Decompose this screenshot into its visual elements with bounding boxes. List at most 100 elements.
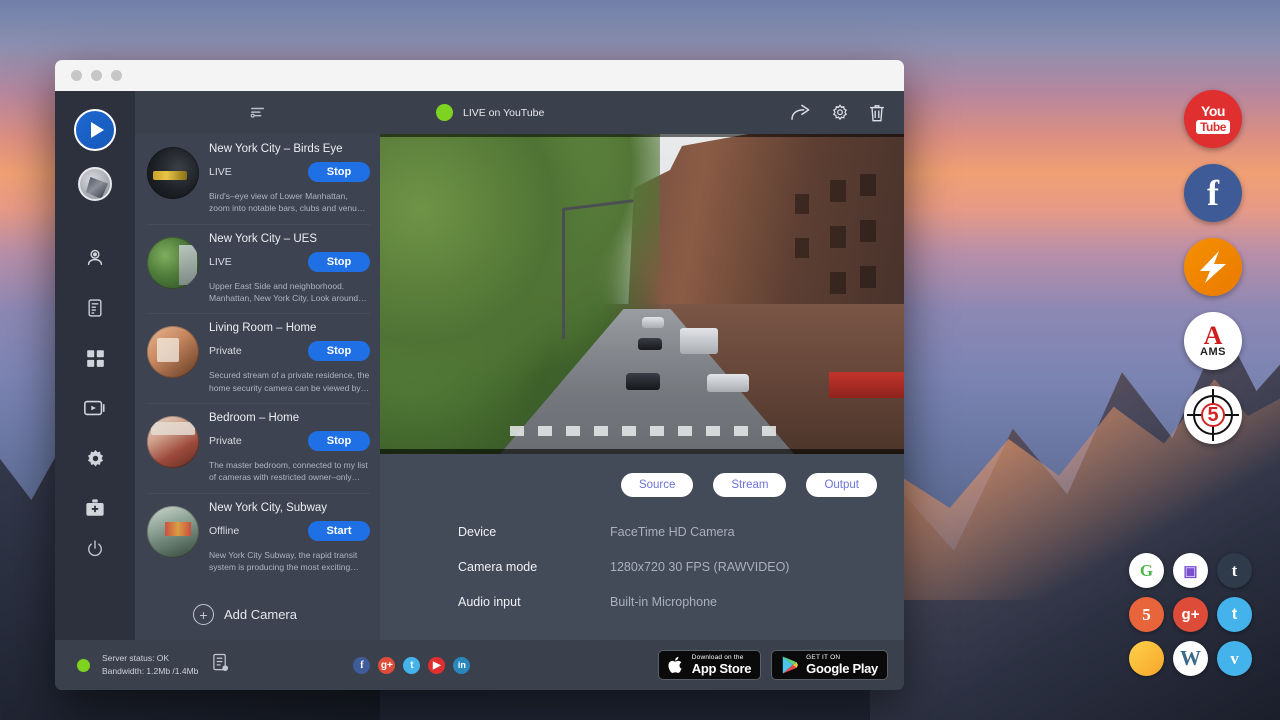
- youtube-dock-icon[interactable]: You Tube: [1184, 90, 1242, 148]
- wowza-dock-icon[interactable]: [1184, 238, 1242, 296]
- app-logo[interactable]: [74, 109, 116, 151]
- five-target-dock-icon[interactable]: 5: [1184, 386, 1242, 444]
- video-car: [626, 373, 660, 390]
- camera-list-item[interactable]: New York City – Birds Eye LIVE Stop Bird…: [135, 134, 380, 224]
- video-lamppost: [562, 209, 565, 339]
- linkedin-glyph: in: [458, 660, 466, 670]
- video-car: [642, 317, 664, 328]
- twitter-icon[interactable]: t: [403, 657, 420, 674]
- camera-list-item[interactable]: Bedroom – Home Private Stop The master b…: [135, 403, 380, 493]
- property-key: Camera mode: [458, 560, 610, 574]
- five-glyph: 5: [1201, 403, 1225, 427]
- adobe-ams-dock-icon[interactable]: A AMS: [1184, 312, 1242, 370]
- camera-action-button[interactable]: Stop: [308, 431, 370, 451]
- linkedin-icon[interactable]: in: [453, 657, 470, 674]
- youtube-glyph: ▶: [433, 660, 441, 671]
- camera-action-button[interactable]: Stop: [308, 252, 370, 272]
- facebook-dock-icon[interactable]: f: [1184, 164, 1242, 222]
- grasshopper-glyph: G: [1140, 561, 1153, 581]
- log-document-icon[interactable]: [212, 653, 229, 677]
- avatar[interactable]: [78, 167, 112, 201]
- sidebar-item-device-list[interactable]: [72, 285, 118, 331]
- app-store-badge[interactable]: Download on the App Store: [658, 650, 761, 680]
- twitter-icon[interactable]: t: [1217, 597, 1252, 632]
- tab-source[interactable]: Source: [621, 473, 693, 497]
- tab-output[interactable]: Output: [806, 473, 877, 497]
- server-status-text: Server status: OK Bandwidth: 1.2Mb /1.4M…: [102, 652, 198, 678]
- trash-glyph: [868, 103, 886, 123]
- tab-stream[interactable]: Stream: [713, 473, 786, 497]
- camera-description: New York City Subway, the rapid transit …: [209, 549, 370, 574]
- live-status-label: LIVE on YouTube: [463, 107, 544, 119]
- camera-status: Private: [209, 345, 242, 357]
- camera-list-item[interactable]: Living Room – Home Private Stop Secured …: [135, 313, 380, 403]
- apple-icon: [668, 655, 685, 675]
- camera-action-button[interactable]: Stop: [308, 341, 370, 361]
- camera-thumbnail: [147, 506, 199, 558]
- vimeo-icon[interactable]: v: [1217, 641, 1252, 676]
- twitch-glyph: ▣: [1183, 562, 1197, 580]
- gear-icon[interactable]: [830, 103, 850, 123]
- camera-action-button[interactable]: Start: [308, 521, 370, 541]
- property-key: Audio input: [458, 595, 610, 609]
- status-bar: Server status: OK Bandwidth: 1.2Mb /1.4M…: [55, 640, 904, 690]
- property-value[interactable]: 1280x720 30 FPS (RAWVIDEO): [610, 560, 789, 574]
- property-value[interactable]: Built-in Microphone: [610, 595, 717, 609]
- google-plus-icon[interactable]: g+: [378, 657, 395, 674]
- camera-title: New York City – Birds Eye: [209, 143, 370, 155]
- video-red-awning: [829, 372, 904, 398]
- video-preview[interactable]: [380, 134, 904, 454]
- facebook-icon[interactable]: f: [353, 657, 370, 674]
- sidebar-item-apps-grid[interactable]: [72, 335, 118, 381]
- camera-list-scroll[interactable]: New York City – Birds Eye LIVE Stop Bird…: [135, 134, 380, 640]
- property-row: Camera mode 1280x720 30 FPS (RAWVIDEO): [458, 560, 904, 574]
- property-value[interactable]: FaceTime HD Camera: [610, 525, 735, 539]
- window-zoom-button[interactable]: [111, 70, 122, 81]
- video-crosswalk: [510, 426, 784, 436]
- log-glyph: [212, 653, 229, 672]
- video-car: [707, 374, 749, 392]
- sidebar-item-support[interactable]: [72, 485, 118, 531]
- sidebar-item-broadcast[interactable]: [72, 385, 118, 431]
- share-icon[interactable]: [790, 104, 812, 122]
- add-camera-button[interactable]: + Add Camera: [135, 582, 380, 625]
- property-key: Device: [458, 525, 610, 539]
- camera-status: LIVE: [209, 166, 232, 178]
- camera-action-button[interactable]: Stop: [308, 162, 370, 182]
- sidebar-nav-rail: [55, 91, 135, 640]
- video-bottom-edge: [380, 449, 904, 454]
- video-window: [830, 180, 846, 202]
- store-badges: Download on the App Store GET IT ON Goog…: [658, 650, 888, 680]
- sidebar-item-power[interactable]: [72, 526, 118, 572]
- sidebar-item-settings[interactable]: [72, 435, 118, 481]
- camera-list-item[interactable]: New York City – UES LIVE Stop Upper East…: [135, 224, 380, 314]
- wordpress-icon[interactable]: W: [1173, 641, 1208, 676]
- google-play-badge[interactable]: GET IT ON Google Play: [771, 650, 888, 680]
- camera-list-item[interactable]: New York City, Subway Offline Start New …: [135, 493, 380, 583]
- grasshopper-icon[interactable]: G: [1129, 553, 1164, 588]
- tumblr-icon[interactable]: t: [1217, 553, 1252, 588]
- camera-description: The master bedroom, connected to my list…: [209, 459, 370, 484]
- twitter-glyph: t: [1232, 606, 1237, 624]
- camera-monitor-icon: [84, 247, 106, 269]
- tab-bar: Source Stream Output: [380, 454, 904, 497]
- window-close-button[interactable]: [71, 70, 82, 81]
- desktop-mini-icon-grid: G ▣ t 5 g+ t W v: [1129, 553, 1252, 676]
- google-play-large-label: Google Play: [806, 662, 878, 676]
- youtube-icon[interactable]: ▶: [428, 657, 445, 674]
- camera-description: Bird's–eye view of Lower Manhattan, zoom…: [209, 190, 370, 215]
- sidebar-item-camera-monitor[interactable]: [72, 235, 118, 281]
- google-plus-icon[interactable]: g+: [1173, 597, 1208, 632]
- live-indicator-dot: [436, 104, 453, 121]
- flickr-icon[interactable]: [1129, 641, 1164, 676]
- broadcast-icon: [83, 398, 107, 418]
- wowza-bolt-icon: [1193, 247, 1233, 287]
- camera-title: Living Room – Home: [209, 322, 370, 334]
- youtube-you-text: You: [1201, 104, 1225, 118]
- twitch-icon[interactable]: ▣: [1173, 553, 1208, 588]
- tumblr-glyph: t: [1232, 561, 1238, 581]
- five-icon[interactable]: 5: [1129, 597, 1164, 632]
- trash-icon[interactable]: [868, 103, 886, 123]
- window-minimize-button[interactable]: [91, 70, 102, 81]
- sort-lines-icon[interactable]: [249, 105, 267, 121]
